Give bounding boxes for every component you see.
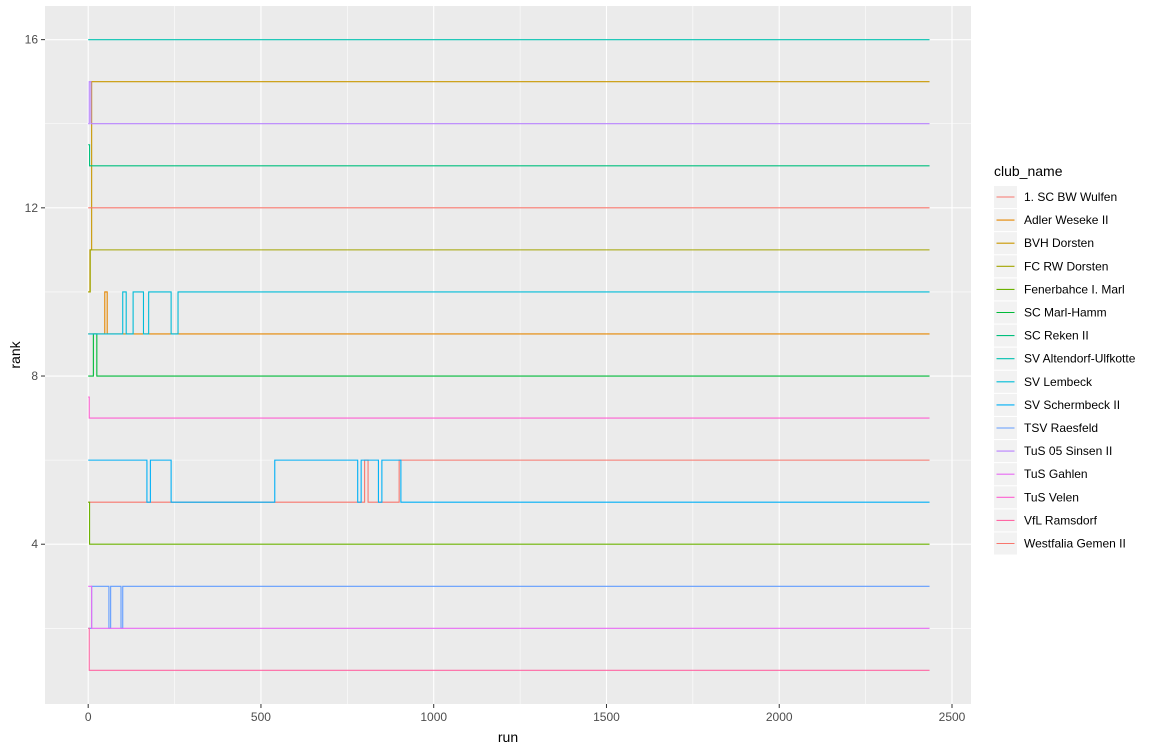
legend-label-11: TuS 05 Sinsen II	[1024, 444, 1112, 458]
chart-root: 0 500 1000 1500 2000 2500 4 8 12 16 run rank club…	[0, 0, 1150, 752]
y-tick-label: 12	[25, 201, 39, 215]
legend-label-9: SV Schermbeck II	[1024, 398, 1120, 412]
y-axis-title: rank	[7, 340, 23, 368]
legend-label-0: 1. SC BW Wulfen	[1024, 190, 1117, 204]
y-tick-label: 4	[31, 537, 38, 551]
legend-label-6: SC Reken II	[1024, 329, 1089, 343]
x-tick-label: 500	[251, 710, 271, 724]
x-tick-label: 0	[85, 710, 92, 724]
legend-items: 1. SC BW Wulfen Adler Weseke II BVH Dorste…	[994, 186, 1136, 555]
legend-label-1: Adler Weseke II	[1024, 213, 1108, 227]
legend-label-13: TuS Velen	[1024, 490, 1079, 504]
legend-label-12: TuS Gahlen	[1024, 467, 1088, 481]
y-tick-label: 16	[25, 33, 39, 47]
legend-label-8: SV Lembeck	[1024, 375, 1093, 389]
x-tick-label: 1000	[420, 710, 447, 724]
x-axis-title: run	[498, 729, 518, 745]
legend-label-14: VfL Ramsdorf	[1024, 513, 1098, 527]
rank-line-chart: 0 500 1000 1500 2000 2500 4 8 12 16 run rank club…	[7, 6, 1136, 745]
y-tick-label: 8	[31, 369, 38, 383]
x-tick-label: 1500	[593, 710, 620, 724]
legend-label-3: FC RW Dorsten	[1024, 259, 1108, 273]
legend-label-5: SC Marl-Hamm	[1024, 306, 1107, 320]
plot-panel	[45, 6, 971, 704]
x-tick-label: 2000	[766, 710, 793, 724]
legend-label-4: Fenerbahce I. Marl	[1024, 282, 1125, 296]
legend-label-10: TSV Raesfeld	[1024, 421, 1098, 435]
legend: club_name 1. SC BW Wulfen Adler Weseke II…	[994, 163, 1136, 555]
legend-label-15: Westfalia Gemen II	[1024, 537, 1126, 551]
x-tick-label: 2500	[939, 710, 966, 724]
legend-label-2: BVH Dorsten	[1024, 236, 1094, 250]
legend-title: club_name	[994, 163, 1063, 179]
legend-label-7: SV Altendorf-Ulfkotte	[1024, 352, 1136, 366]
